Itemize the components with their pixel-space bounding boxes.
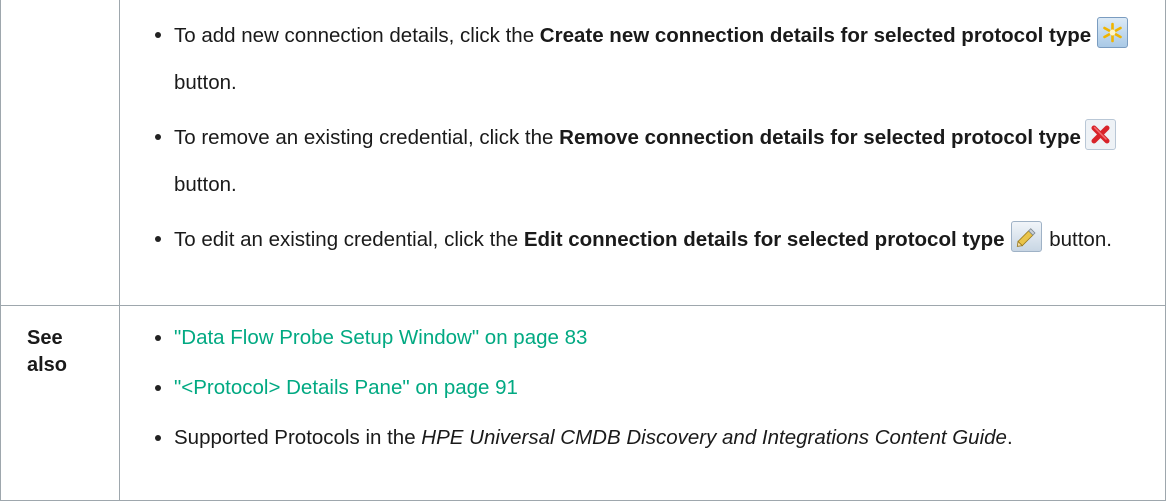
instruction-create-bold: Create new connection details for select… [539, 24, 1092, 47]
instruction-list: To add new connection details, click the… [153, 12, 1153, 263]
see-also-link-protocol-details[interactable]: "<Protocol> Details Pane" on page 91 [174, 376, 518, 399]
see-also-label: See also [27, 327, 68, 376]
instruction-remove-prefix: To remove an existing credential, click … [174, 126, 560, 149]
see-also-note-prefix: Supported Protocols in the [174, 426, 422, 449]
see-also-note-guide-title: HPE Universal CMDB Discovery and Integra… [421, 426, 1007, 449]
column-divider [119, 0, 120, 500]
see-also-link-probe-setup[interactable]: "Data Flow Probe Setup Window" on page 8… [174, 326, 587, 349]
instruction-edit-prefix: To edit an existing credential, click th… [174, 228, 524, 251]
instruction-edit: To edit an existing credential, click th… [153, 216, 1153, 263]
instruction-remove: To remove an existing credential, click … [153, 114, 1153, 208]
see-also-note-suffix: . [1006, 426, 1013, 449]
doc-table: To add new connection details, click the… [0, 0, 1166, 501]
instruction-create: To add new connection details, click the… [153, 12, 1153, 106]
instruction-edit-suffix: button. [1043, 228, 1112, 251]
see-also-list: "Data Flow Probe Setup Window" on page 8… [153, 324, 1153, 452]
pencil-edit-icon[interactable] [1010, 221, 1042, 252]
see-also-link-item: "Data Flow Probe Setup Window" on page 8… [153, 324, 1153, 352]
instruction-create-suffix: button. [174, 71, 237, 94]
instruction-create-prefix: To add new connection details, click the [174, 24, 540, 47]
see-also-note: Supported Protocols in the HPE Universal… [153, 424, 1153, 452]
instruction-remove-suffix: button. [174, 173, 237, 196]
red-x-remove-icon[interactable] [1084, 119, 1116, 150]
see-also-link-item: "<Protocol> Details Pane" on page 91 [153, 374, 1153, 402]
row-divider [1, 305, 1165, 306]
instruction-edit-bold: Edit connection details for selected pro… [523, 228, 1005, 251]
asterisk-create-icon[interactable] [1097, 17, 1129, 48]
instruction-remove-bold: Remove connection details for selected p… [559, 126, 1081, 149]
